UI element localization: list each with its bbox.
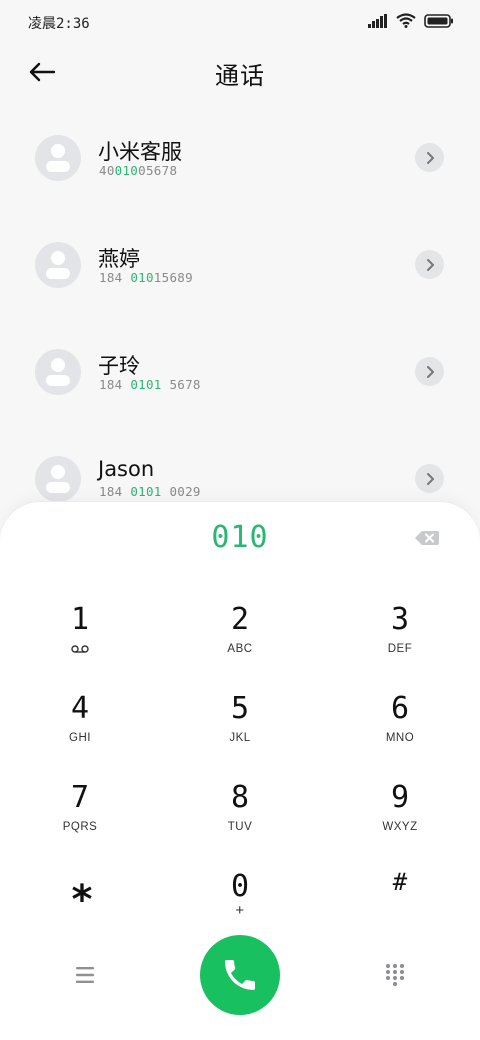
status-bar: 凌晨2:36 <box>0 0 480 44</box>
key-digit: 6 <box>390 691 410 726</box>
backspace-icon <box>415 531 439 545</box>
page-title: 通话 <box>215 62 265 90</box>
wifi-icon <box>396 13 416 28</box>
number-prefix: 184 <box>99 484 131 499</box>
number-suffix: 15689 <box>153 270 193 285</box>
key-1[interactable]: 1 <box>25 603 135 683</box>
contact-item[interactable]: 小米客服 4001005678 <box>0 104 480 211</box>
dialpad-toggle-button[interactable] <box>382 962 408 988</box>
key-star[interactable]: * <box>60 880 104 920</box>
chevron-right-icon <box>426 258 434 271</box>
call-button[interactable] <box>200 935 280 1015</box>
key-digit: 7 <box>70 780 90 815</box>
number-prefix: 184 <box>99 377 131 392</box>
key-9[interactable]: 9 WXYZ <box>345 781 455 861</box>
key-digit: 9 <box>390 780 410 815</box>
menu-icon <box>76 967 94 983</box>
key-letters: PQRS <box>62 821 98 833</box>
signal-icon <box>368 13 387 28</box>
key-letters: + <box>235 902 245 919</box>
key-letters: TUV <box>227 821 253 833</box>
key-letters: DEF <box>387 643 413 655</box>
contact-name: 燕婷 <box>98 247 140 271</box>
key-digit: 1 <box>70 602 90 637</box>
contact-number: 184 01015689 <box>99 270 193 285</box>
status-time: 凌晨2:36 <box>28 16 90 32</box>
key-letters: GHI <box>69 732 91 744</box>
key-letters: MNO <box>385 732 415 744</box>
contact-detail-button[interactable] <box>415 143 444 172</box>
contact-detail-button[interactable] <box>415 357 444 386</box>
contact-list: 小米客服 4001005678 燕婷 184 01015689 子玲 184 0… <box>0 104 480 532</box>
chevron-right-icon <box>426 472 434 485</box>
key-3[interactable]: 3 DEF <box>345 603 455 683</box>
avatar <box>35 456 81 502</box>
contact-detail-button[interactable] <box>415 464 444 493</box>
chevron-right-icon <box>426 151 434 164</box>
key-digit: 5 <box>230 691 250 726</box>
number-suffix: 0029 <box>161 484 201 499</box>
key-digit: 4 <box>70 691 90 726</box>
key-5[interactable]: 5 JKL <box>185 692 295 772</box>
key-letters: ABC <box>227 643 253 655</box>
number-match: 0101 <box>130 377 162 392</box>
avatar <box>35 135 81 181</box>
key-2[interactable]: 2 ABC <box>185 603 295 683</box>
key-6[interactable]: 6 MNO <box>345 692 455 772</box>
status-icons <box>368 13 454 28</box>
avatar <box>35 349 81 395</box>
number-prefix: 184 <box>99 270 131 285</box>
header: 通话 <box>0 44 480 100</box>
key-digit: 0 <box>230 869 250 904</box>
phone-icon <box>225 960 255 990</box>
battery-icon <box>424 13 453 28</box>
contact-name: 子玲 <box>98 354 140 378</box>
contact-name: Jason <box>98 457 155 481</box>
number-suffix: 05678 <box>138 163 178 178</box>
voicemail-icon <box>71 645 89 653</box>
contact-number: 4001005678 <box>99 163 177 178</box>
key-letters: JKL <box>229 732 251 744</box>
contact-number: 184 0101 5678 <box>99 377 201 392</box>
key-7[interactable]: 7 PQRS <box>25 781 135 861</box>
number-match: 010 <box>114 163 139 178</box>
key-digit: 2 <box>230 602 250 637</box>
chevron-right-icon <box>426 365 434 378</box>
dialpad-icon <box>385 963 405 987</box>
contact-item[interactable]: 子玲 184 0101 5678 <box>0 318 480 425</box>
number-prefix: 40 <box>99 163 115 178</box>
number-suffix: 5678 <box>161 377 201 392</box>
contact-item[interactable]: 燕婷 184 01015689 <box>0 211 480 318</box>
number-match: 010 <box>130 270 154 285</box>
number-match: 0101 <box>130 484 162 499</box>
menu-button[interactable] <box>72 962 98 988</box>
key-8[interactable]: 8 TUV <box>185 781 295 861</box>
avatar <box>35 242 81 288</box>
key-digit: 3 <box>390 602 410 637</box>
key-digit: 8 <box>230 780 250 815</box>
contact-name: 小米客服 <box>98 140 182 164</box>
dialed-number: 010 <box>211 520 269 555</box>
delete-button[interactable] <box>414 528 440 548</box>
key-hash[interactable]: # <box>345 868 455 908</box>
key-4[interactable]: 4 GHI <box>25 692 135 772</box>
contact-detail-button[interactable] <box>415 250 444 279</box>
key-letters: WXYZ <box>382 821 418 833</box>
contact-number: 184 0101 0029 <box>99 484 201 499</box>
